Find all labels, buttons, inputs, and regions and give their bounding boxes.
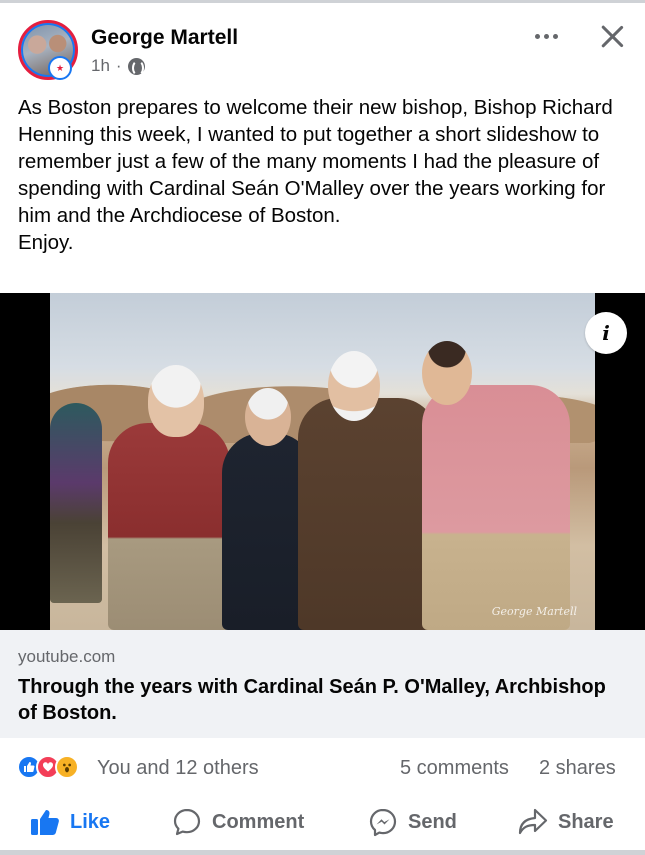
link-preview[interactable]: youtube.com Through the years with Cardi…: [0, 630, 645, 738]
person-pink-shirt: [422, 385, 570, 630]
meta-separator: ·: [115, 56, 122, 75]
person-background: [50, 403, 102, 603]
post-meta: 1h ·: [91, 56, 145, 76]
author-name[interactable]: George Martell: [91, 26, 238, 50]
video-thumbnail[interactable]: George Martell: [0, 293, 645, 630]
like-label: Like: [70, 810, 111, 833]
bottom-divider: [0, 850, 645, 855]
dot-icon: [534, 33, 540, 39]
post-text: As Boston prepares to welcome their new …: [18, 96, 613, 254]
person-head: [245, 388, 291, 446]
reaction-icons[interactable]: [17, 755, 79, 779]
group-photo: George Martell: [50, 293, 595, 630]
share-button[interactable]: Share: [518, 806, 614, 838]
close-icon[interactable]: [596, 20, 628, 52]
comment-button[interactable]: Comment: [172, 806, 304, 838]
wow-icon: [55, 755, 79, 779]
info-icon[interactable]: i: [585, 312, 627, 354]
shares-count[interactable]: 2 shares: [539, 757, 616, 780]
comment-label: Comment: [212, 810, 305, 833]
messenger-icon: [369, 808, 397, 837]
comment-icon: [173, 808, 201, 836]
thumbs-up-icon: [31, 810, 59, 835]
person-head: [422, 341, 472, 405]
photo-watermark: George Martell: [491, 605, 577, 618]
dot-icon: [543, 33, 549, 39]
post-time[interactable]: 1h: [91, 56, 110, 76]
person-red-shirt: [108, 423, 230, 630]
avatar-badge-icon: ★: [48, 56, 72, 80]
send-label: Send: [408, 810, 457, 833]
like-button[interactable]: Like: [30, 806, 110, 838]
more-options-button[interactable]: [530, 24, 562, 48]
dot-icon: [552, 33, 558, 39]
share-arrow-icon: [518, 808, 548, 835]
top-divider: [0, 0, 645, 3]
reactions-summary[interactable]: You and 12 others: [97, 757, 259, 780]
person-brown-habit: [298, 398, 438, 630]
share-label: Share: [558, 810, 614, 833]
link-domain: youtube.com: [18, 647, 116, 666]
globe-icon: [127, 57, 145, 76]
link-title: Through the years with Cardinal Seán P. …: [18, 676, 606, 724]
person-head: [148, 365, 204, 437]
send-button[interactable]: Send: [368, 806, 457, 838]
person-head: [328, 351, 380, 421]
comments-count[interactable]: 5 comments: [400, 757, 509, 780]
